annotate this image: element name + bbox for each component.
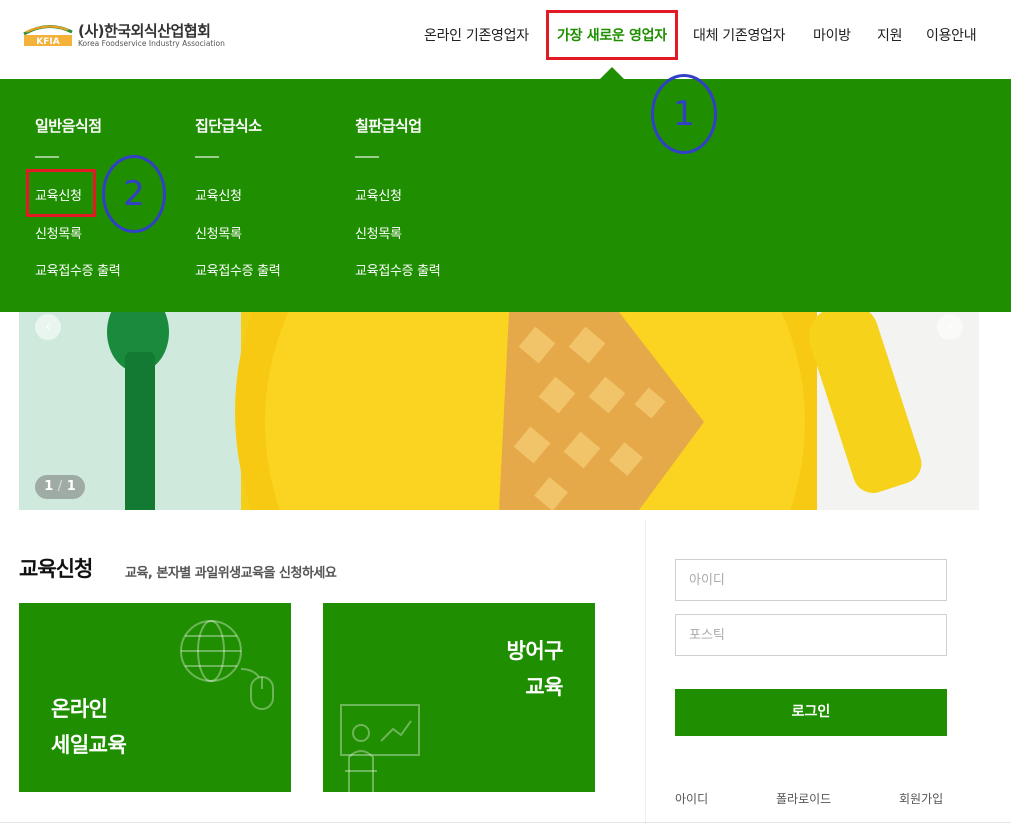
card-defense-label: 방어구 교육 bbox=[506, 633, 564, 705]
card-online-education[interactable]: 온라인 세일교육 bbox=[19, 603, 291, 792]
card-online-label: 온라인 세일교육 bbox=[51, 691, 127, 763]
card-defense-education[interactable]: 방어구 교육 bbox=[323, 603, 595, 792]
annotation-step-2: 2 bbox=[102, 155, 166, 233]
mega-title-group-meal: 집단급식소 bbox=[195, 117, 262, 135]
footer-divider bbox=[0, 822, 1011, 823]
mega-link-group-receipt[interactable]: 교육접수증 출력 bbox=[195, 260, 281, 279]
find-id-link[interactable]: 아이디 bbox=[675, 790, 708, 807]
mega-link-board-receipt[interactable]: 교육접수증 출력 bbox=[355, 260, 441, 279]
slide-counter-total: 1 bbox=[66, 479, 76, 494]
mega-link-board-list[interactable]: 신청목록 bbox=[355, 223, 402, 242]
card-online-line2: 세일교육 bbox=[51, 733, 127, 757]
section-title: 교육신청 bbox=[19, 557, 93, 581]
nav-mypage[interactable]: 마이방 bbox=[813, 25, 851, 45]
nav-replacement-existing[interactable]: 대체 기존영업자 bbox=[693, 25, 786, 45]
mega-divider bbox=[195, 156, 219, 158]
mega-menu: 일반음식점 교육신청 신청목록 교육접수증 출력 집단급식소 교육신청 신청목록… bbox=[0, 74, 1011, 312]
login-id-input[interactable] bbox=[675, 559, 947, 601]
slide-counter-sep: / bbox=[57, 479, 63, 494]
highlight-box-nav bbox=[546, 10, 678, 60]
nav-online-existing[interactable]: 온라인 기존영업자 bbox=[424, 25, 529, 45]
hero-banner: ‹ › 1 / 1 bbox=[19, 312, 979, 510]
section-subtitle: 교육, 본자별 과일위생교육을 신청하세요 bbox=[125, 566, 337, 581]
site-header: KFIA (사)한국외식산업협회 Korea Foodservice Indus… bbox=[0, 0, 1011, 79]
highlight-box-apply bbox=[26, 169, 96, 217]
waffle-image bbox=[499, 312, 704, 510]
annotation-step-1: 1 bbox=[651, 74, 717, 154]
mega-link-board-apply[interactable]: 교육신청 bbox=[355, 185, 402, 204]
globe-mouse-icon bbox=[180, 620, 274, 710]
mega-link-restaurant-receipt[interactable]: 교육접수증 출력 bbox=[35, 260, 121, 279]
presentation-icon bbox=[340, 704, 420, 792]
nav-caret-icon bbox=[600, 67, 624, 79]
chevron-right-icon: › bbox=[947, 319, 953, 335]
mega-link-restaurant-list[interactable]: 신청목록 bbox=[35, 223, 82, 242]
chevron-left-icon: ‹ bbox=[45, 319, 51, 335]
slide-counter: 1 / 1 bbox=[35, 475, 85, 499]
mega-divider bbox=[35, 156, 59, 158]
find-password-link[interactable]: 폴라로이드 bbox=[776, 790, 831, 807]
login-password-input[interactable] bbox=[675, 614, 947, 656]
mega-link-group-apply[interactable]: 교육신청 bbox=[195, 185, 242, 204]
mega-title-board-meal: 칠판급식업 bbox=[355, 117, 422, 135]
banner-spoon-handle bbox=[125, 352, 155, 510]
mega-link-group-list[interactable]: 신청목록 bbox=[195, 223, 242, 242]
nav-guide[interactable]: 이용안내 bbox=[926, 25, 977, 45]
slide-counter-current: 1 bbox=[44, 479, 54, 494]
main-nav: 온라인 기존영업자 가장 새로운 영업자 대체 기존영업자 마이방 지원 이용안… bbox=[0, 0, 1011, 79]
nav-support[interactable]: 지원 bbox=[877, 25, 902, 45]
banner-prev-button[interactable]: ‹ bbox=[35, 314, 61, 340]
card-defense-line2: 교육 bbox=[525, 675, 563, 699]
mega-title-restaurant: 일반음식점 bbox=[35, 117, 102, 135]
banner-next-button[interactable]: › bbox=[937, 314, 963, 340]
login-button[interactable]: 로그인 bbox=[675, 689, 947, 736]
signup-link[interactable]: 회원가입 bbox=[899, 790, 943, 807]
card-online-line1: 온라인 bbox=[51, 697, 108, 721]
card-defense-line1: 방어구 bbox=[506, 639, 564, 663]
mega-divider bbox=[355, 156, 379, 158]
